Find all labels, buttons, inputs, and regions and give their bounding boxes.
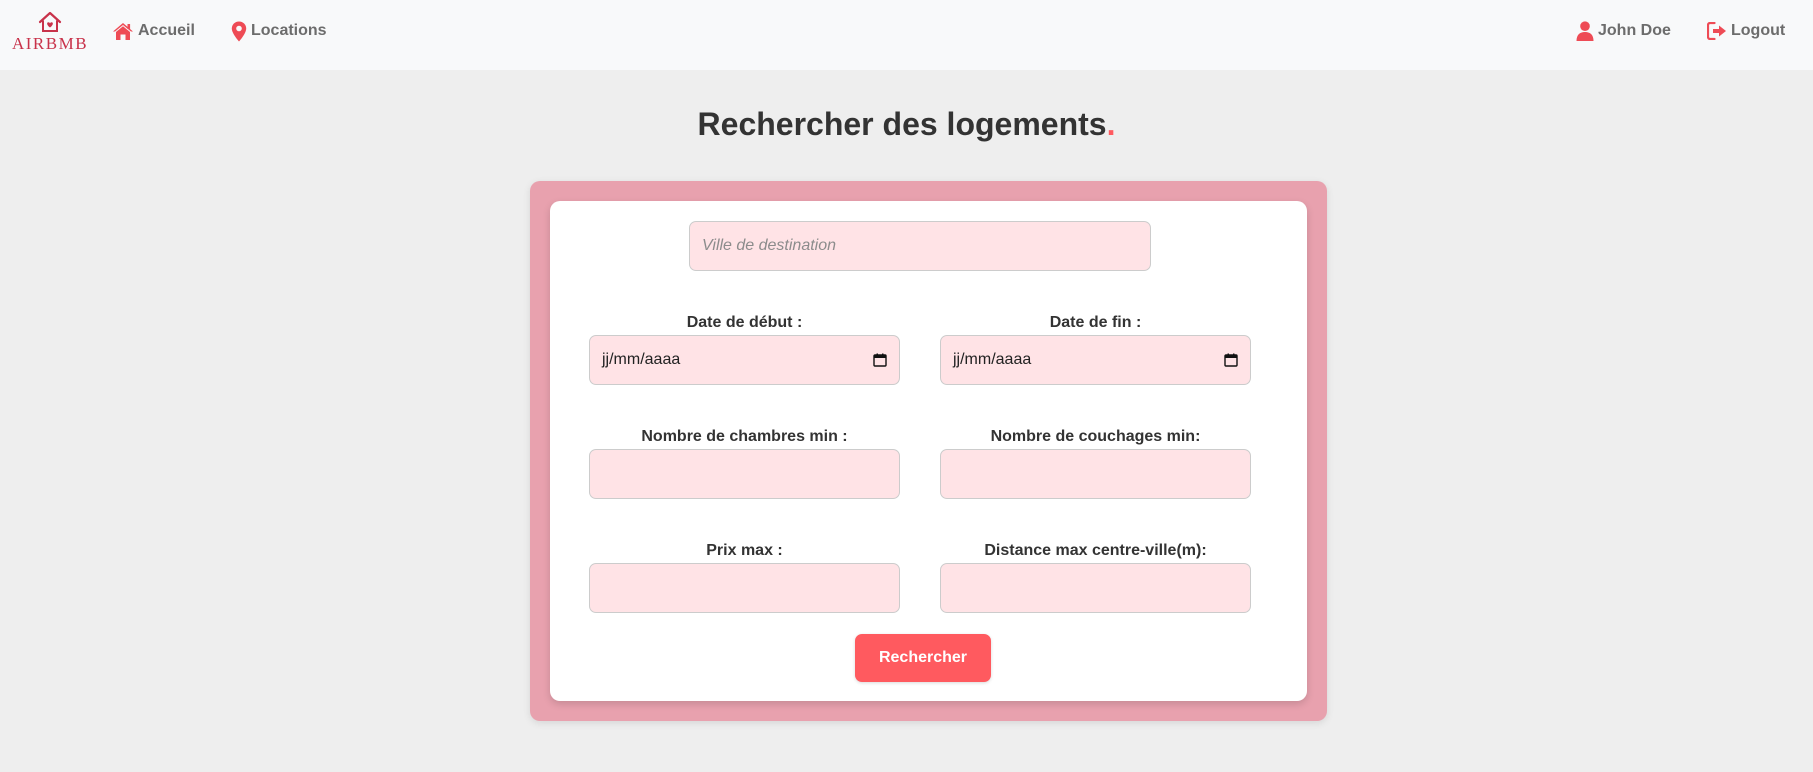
brand-logo[interactable]: AIRBMB [12,10,88,56]
end-date-label: Date de fin : [1049,314,1142,331]
map-marker-icon [231,21,247,41]
user-icon [1576,21,1594,41]
nav-locations-label: Locations [251,22,327,39]
max-distance-label: Distance max centre-ville(m): [984,542,1207,559]
max-price-input[interactable] [589,563,900,613]
nav-user-label: John Doe [1598,22,1671,39]
nav-locations-link[interactable]: Locations [231,18,327,44]
page-title: Rechercher des logements. [0,106,1813,143]
sign-out-icon [1707,22,1726,40]
start-date-label: Date de début : [686,314,803,331]
brand-name: AIRBMB [11,34,89,53]
max-distance-input[interactable] [940,563,1251,613]
nav-logout-link[interactable]: Logout [1707,18,1785,44]
nav-home-label: Accueil [138,22,195,39]
title-accent-dot: . [1106,106,1116,142]
nav-logout-label: Logout [1731,22,1786,39]
min-rooms-label: Nombre de chambres min : [641,428,848,445]
calendar-icon[interactable] [873,353,887,367]
nav-home-link[interactable]: Accueil [112,18,195,44]
search-form-frame: Date de début : jj/mm/aaaa Date de fin :… [530,181,1327,721]
house-heart-icon [38,11,62,32]
min-rooms-input[interactable] [589,449,900,499]
calendar-icon[interactable] [1224,353,1238,367]
start-date-value: jj/mm/aaaa [602,351,681,368]
search-form: Date de début : jj/mm/aaaa Date de fin :… [550,201,1307,701]
end-date-input[interactable]: jj/mm/aaaa [940,335,1251,385]
min-beds-label: Nombre de couchages min: [990,428,1201,445]
end-date-value: jj/mm/aaaa [953,351,1032,368]
navbar: AIRBMB Accueil Locations John Doe Logout [0,0,1813,70]
page-title-text: Rechercher des logements [697,106,1107,142]
search-submit-button[interactable]: Rechercher [855,634,991,682]
max-price-label: Prix max : [706,542,783,559]
home-icon [113,22,133,40]
destination-input[interactable] [689,221,1151,271]
start-date-input[interactable]: jj/mm/aaaa [589,335,900,385]
min-beds-input[interactable] [940,449,1251,499]
nav-user-link[interactable]: John Doe [1576,18,1671,44]
